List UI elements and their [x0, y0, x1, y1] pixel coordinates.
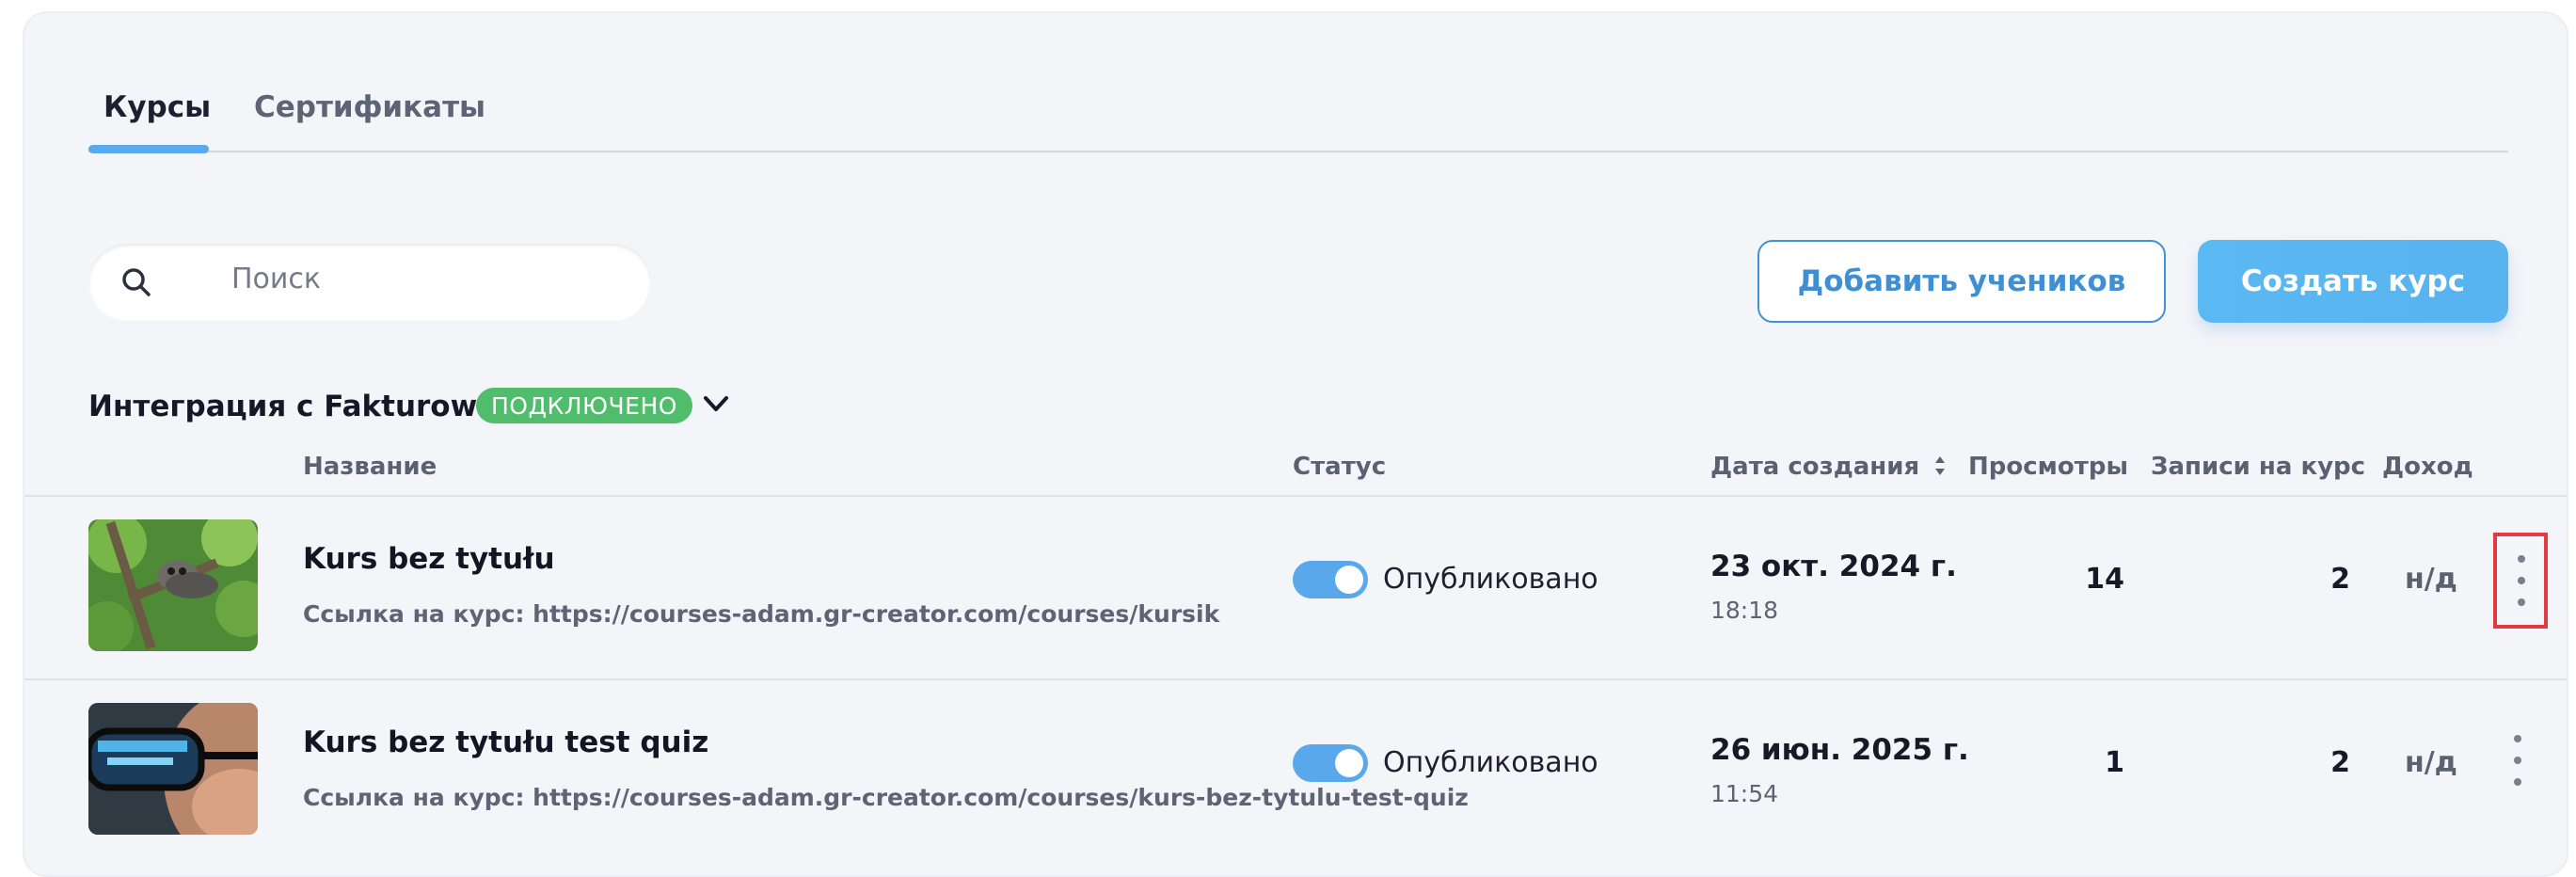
status-label: Опубликовано	[1383, 746, 1598, 779]
publish-toggle[interactable]	[1293, 561, 1368, 598]
add-students-button[interactable]: Добавить учеников	[1757, 240, 2166, 323]
sort-icon[interactable]	[1933, 454, 1947, 478]
enrollments-count: 2	[2330, 563, 2350, 596]
income-value: н/д	[2405, 746, 2457, 779]
integration-title: Интеграция с Fakturownia	[88, 390, 528, 423]
more-icon	[2518, 555, 2525, 563]
toggle-knob	[1335, 566, 1363, 594]
status-label: Опубликовано	[1383, 563, 1598, 596]
course-link[interactable]: Ссылка на курс: https://courses-adam.gr-…	[303, 784, 1469, 811]
course-title[interactable]: Kurs bez tytułu test quiz	[303, 726, 708, 759]
more-icon	[2514, 735, 2521, 742]
more-icon-dot	[2514, 778, 2521, 786]
course-title[interactable]: Kurs bez tytułu	[303, 542, 555, 576]
more-options-button[interactable]	[2493, 716, 2548, 812]
tab-bar: Курсы Сертификаты	[24, 13, 2567, 164]
tab-courses[interactable]: Курсы	[103, 90, 211, 124]
column-header-name: Название	[303, 453, 437, 481]
income-value: н/д	[2405, 563, 2457, 596]
created-date: 23 окт. 2024 г.	[1710, 550, 1957, 583]
more-options-button[interactable]	[2493, 533, 2548, 629]
column-header-views: Просмотры	[1968, 453, 2128, 481]
active-tab-indicator	[88, 145, 209, 153]
course-link[interactable]: Ссылка на курс: https://courses-adam.gr-…	[303, 600, 1219, 628]
course-thumbnail[interactable]	[88, 703, 258, 835]
created-time: 18:18	[1710, 597, 1779, 624]
column-header-created-label: Дата создания	[1710, 453, 1920, 481]
views-count: 1	[2105, 746, 2124, 779]
column-header-created[interactable]: Дата создания	[1710, 453, 1947, 481]
column-header-income: Доход	[2382, 453, 2473, 481]
created-date: 26 июн. 2025 г.	[1710, 733, 1969, 767]
create-course-button[interactable]: Создать курс	[2198, 240, 2508, 323]
search-input[interactable]: Поиск	[88, 244, 651, 321]
enrollments-count: 2	[2330, 746, 2350, 779]
views-count: 14	[2085, 563, 2124, 596]
chevron-down-icon[interactable]	[702, 393, 730, 416]
search-placeholder: Поиск	[231, 263, 322, 295]
table-row: Kurs bez tytułu test quiz Ссылка на курс…	[24, 680, 2567, 864]
more-icon-dot	[2514, 757, 2521, 764]
search-icon	[122, 268, 151, 296]
toggle-knob	[1335, 749, 1363, 777]
course-thumbnail[interactable]	[88, 519, 258, 651]
table-row: Kurs bez tytułu Ссылка на курс: https://…	[24, 497, 2567, 680]
column-header-status: Статус	[1293, 453, 1387, 481]
courses-panel: Курсы Сертификаты Поиск Добавить ученико…	[23, 11, 2568, 877]
column-header-enrollments: Записи на курс	[2151, 453, 2366, 481]
tabs-divider	[88, 151, 2508, 152]
more-icon-dot	[2518, 577, 2525, 584]
status-badge: ПОДКЛЮЧЕНО	[476, 388, 692, 423]
more-icon-dot	[2518, 598, 2525, 606]
tab-certificates[interactable]: Сертификаты	[254, 90, 485, 124]
publish-toggle[interactable]	[1293, 744, 1368, 782]
created-time: 11:54	[1710, 780, 1779, 807]
